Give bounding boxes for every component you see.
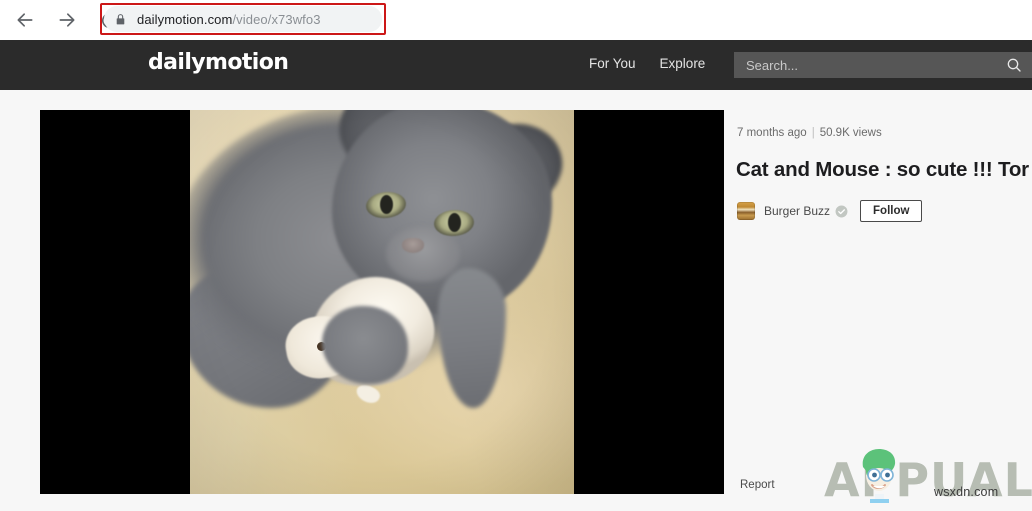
arrow-right-icon (57, 10, 77, 30)
appuals-mascot-icon (856, 447, 902, 503)
url-text: dailymotion.com/video/x73wfo3 (137, 12, 321, 27)
verified-check-icon (835, 205, 848, 218)
url-domain: dailymotion.com (137, 11, 233, 27)
view-count: 50.9K views (819, 127, 882, 139)
report-link[interactable]: Report (740, 479, 775, 491)
video-frame (190, 110, 574, 494)
channel-row: Burger Buzz Follow (737, 200, 923, 222)
address-bar[interactable]: dailymotion.com/video/x73wfo3 (104, 6, 382, 32)
video-player[interactable] (40, 110, 724, 494)
lock-icon (114, 13, 127, 26)
primary-nav: For You Explore (589, 56, 705, 71)
arrow-left-icon (15, 10, 35, 30)
search-input[interactable] (746, 57, 1006, 73)
search-box[interactable] (734, 52, 1032, 78)
url-path: /video/x73wfo3 (232, 11, 321, 27)
follow-button[interactable]: Follow (860, 200, 923, 222)
video-vignette (190, 110, 574, 494)
forward-button[interactable] (50, 3, 84, 37)
watermark-brand: APPUALS (824, 453, 1032, 507)
watermark-site: wsxdn.com (934, 485, 999, 499)
publish-date: 7 months ago (737, 127, 807, 139)
nav-item-explore[interactable]: Explore (660, 56, 706, 71)
dailymotion-logo[interactable]: dailymotion (148, 50, 289, 75)
video-title: Cat and Mouse : so cute !!! Tor (736, 158, 1029, 181)
video-meta: 7 months ago | 50.9K views (737, 127, 882, 139)
channel-name[interactable]: Burger Buzz (764, 204, 830, 218)
meta-separator: | (811, 127, 815, 139)
nav-item-for-you[interactable]: For You (589, 56, 636, 71)
back-button[interactable] (8, 3, 42, 37)
search-icon[interactable] (1006, 57, 1022, 73)
appuals-watermark: APPUALS wsxdn.com (824, 449, 1032, 511)
burger-avatar[interactable] (737, 202, 755, 220)
